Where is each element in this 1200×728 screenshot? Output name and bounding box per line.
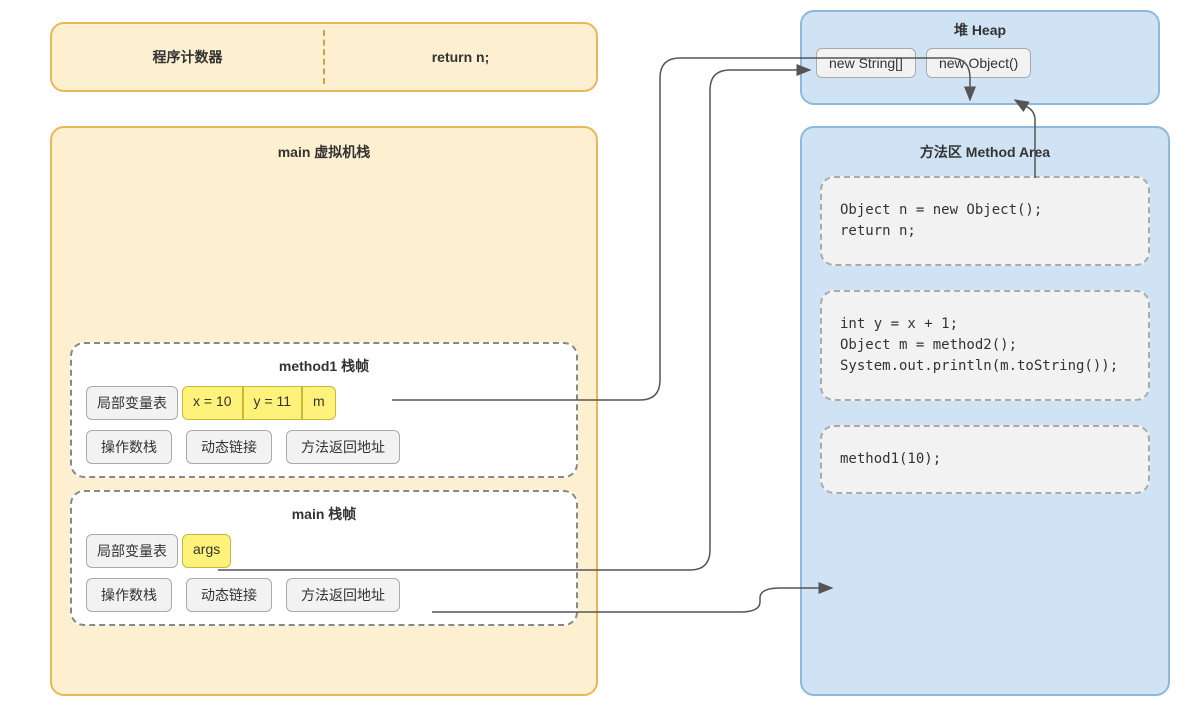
operand-stack-label: 操作数栈 (86, 430, 172, 464)
frame-title-main: main 栈帧 (86, 504, 562, 524)
stack-frame-method1: method1 栈帧 局部变量表 x = 10 y = 11 m 操作数栈 动态… (70, 342, 578, 478)
local-vars-label: 局部变量表 (86, 386, 178, 420)
local-vars-row-main: 局部变量表 args (86, 534, 562, 568)
dynamic-link-label: 动态链接 (186, 430, 272, 464)
heap-title: 堆 Heap (816, 20, 1144, 40)
program-counter-value: return n; (325, 24, 596, 90)
return-address-label: 方法返回地址 (286, 578, 400, 612)
heap-item-new-string-array: new String[] (816, 48, 916, 78)
heap-item-new-object: new Object() (926, 48, 1031, 78)
program-counter-label: 程序计数器 (52, 24, 323, 90)
return-address-label: 方法返回地址 (286, 430, 400, 464)
local-var-args: args (182, 534, 231, 568)
vm-stack-box: main 虚拟机栈 method1 栈帧 局部变量表 x = 10 y = 11… (50, 126, 598, 696)
frame-title-method1: method1 栈帧 (86, 356, 562, 376)
frame-buttons-main: 操作数栈 动态链接 方法返回地址 (86, 578, 562, 612)
local-var-y: y = 11 (243, 386, 303, 420)
heap-box: 堆 Heap new String[] new Object() (800, 10, 1160, 105)
method-area-title: 方法区 Method Area (820, 142, 1150, 162)
local-var-x: x = 10 (182, 386, 243, 420)
code-block-method2: Object n = new Object(); return n; (820, 176, 1150, 266)
vm-stack-title: main 虚拟机栈 (70, 142, 578, 162)
dynamic-link-label: 动态链接 (186, 578, 272, 612)
code-block-method1: int y = x + 1; Object m = method2(); Sys… (820, 290, 1150, 401)
frame-buttons-method1: 操作数栈 动态链接 方法返回地址 (86, 430, 562, 464)
stack-frame-main: main 栈帧 局部变量表 args 操作数栈 动态链接 方法返回地址 (70, 490, 578, 626)
code-block-main: method1(10); (820, 425, 1150, 494)
method-area-box: 方法区 Method Area Object n = new Object();… (800, 126, 1170, 696)
operand-stack-label: 操作数栈 (86, 578, 172, 612)
local-var-m: m (302, 386, 336, 420)
local-vars-row-method1: 局部变量表 x = 10 y = 11 m (86, 386, 562, 420)
heap-items: new String[] new Object() (816, 48, 1144, 78)
program-counter-box: 程序计数器 return n; (50, 22, 598, 92)
local-vars-label: 局部变量表 (86, 534, 178, 568)
